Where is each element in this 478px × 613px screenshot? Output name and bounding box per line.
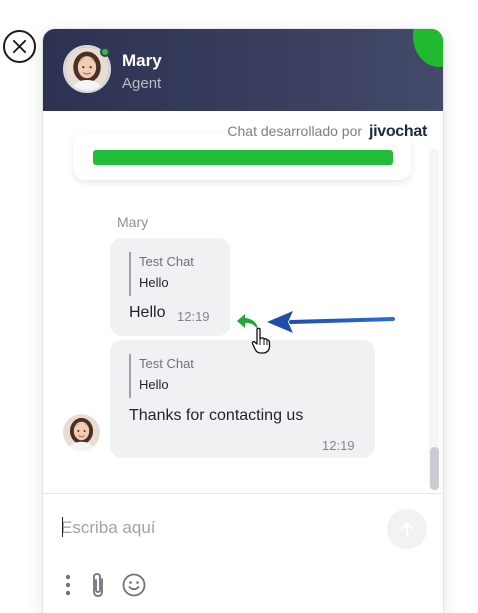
message-sender: Mary <box>117 214 149 230</box>
quote-title: Test Chat <box>139 254 194 269</box>
agent-avatar-small <box>63 414 100 451</box>
more-button[interactable] <box>60 571 76 599</box>
powered-by[interactable]: Chat desarrollado por jivochat <box>43 123 427 141</box>
emoji-icon <box>122 573 146 597</box>
arrow-up-icon <box>401 522 413 536</box>
message-text: Hello <box>129 304 166 321</box>
chat-header: Mary Agent <box>43 29 443 111</box>
quote-title: Test Chat <box>139 356 194 371</box>
text-caret <box>62 517 63 537</box>
attach-button[interactable] <box>87 571 109 599</box>
powered-by-text: Chat desarrollado por <box>227 123 363 139</box>
scrollbar-track[interactable] <box>429 149 439 491</box>
annotation-arrow <box>267 311 395 333</box>
composer-divider <box>43 493 443 494</box>
green-action-bar[interactable] <box>93 150 393 165</box>
message-time: 12:19 <box>322 438 355 453</box>
message-bubble: Test Chat Hello Hello 12:19 <box>110 238 230 336</box>
close-button[interactable] <box>3 30 36 63</box>
message-input[interactable] <box>61 515 381 541</box>
quoted-message: Test Chat Hello <box>129 252 194 296</box>
agent-name: Mary <box>122 51 162 70</box>
agent-role: Agent <box>122 75 162 92</box>
quote-text: Hello <box>139 377 169 392</box>
header-accent <box>413 29 443 67</box>
scrollbar-thumb[interactable] <box>430 447 439 490</box>
hand-cursor-icon <box>251 327 271 354</box>
jivochat-logo: jivochat <box>368 123 427 140</box>
more-vertical-icon <box>65 574 71 596</box>
message-text: Thanks for contacting us <box>129 407 304 424</box>
quote-text: Hello <box>139 275 169 290</box>
message-time: 12:19 <box>177 309 210 324</box>
message-bubble: Test Chat Hello Thanks for contacting us… <box>110 340 375 458</box>
emoji-button[interactable] <box>121 571 147 599</box>
quoted-message: Test Chat Hello <box>129 354 194 398</box>
chat-widget: Mary Agent Chat desarrollado por jivocha… <box>43 29 443 613</box>
close-icon <box>12 39 27 54</box>
online-status-dot <box>100 47 110 57</box>
paperclip-icon <box>93 573 103 597</box>
send-button[interactable] <box>387 509 427 549</box>
